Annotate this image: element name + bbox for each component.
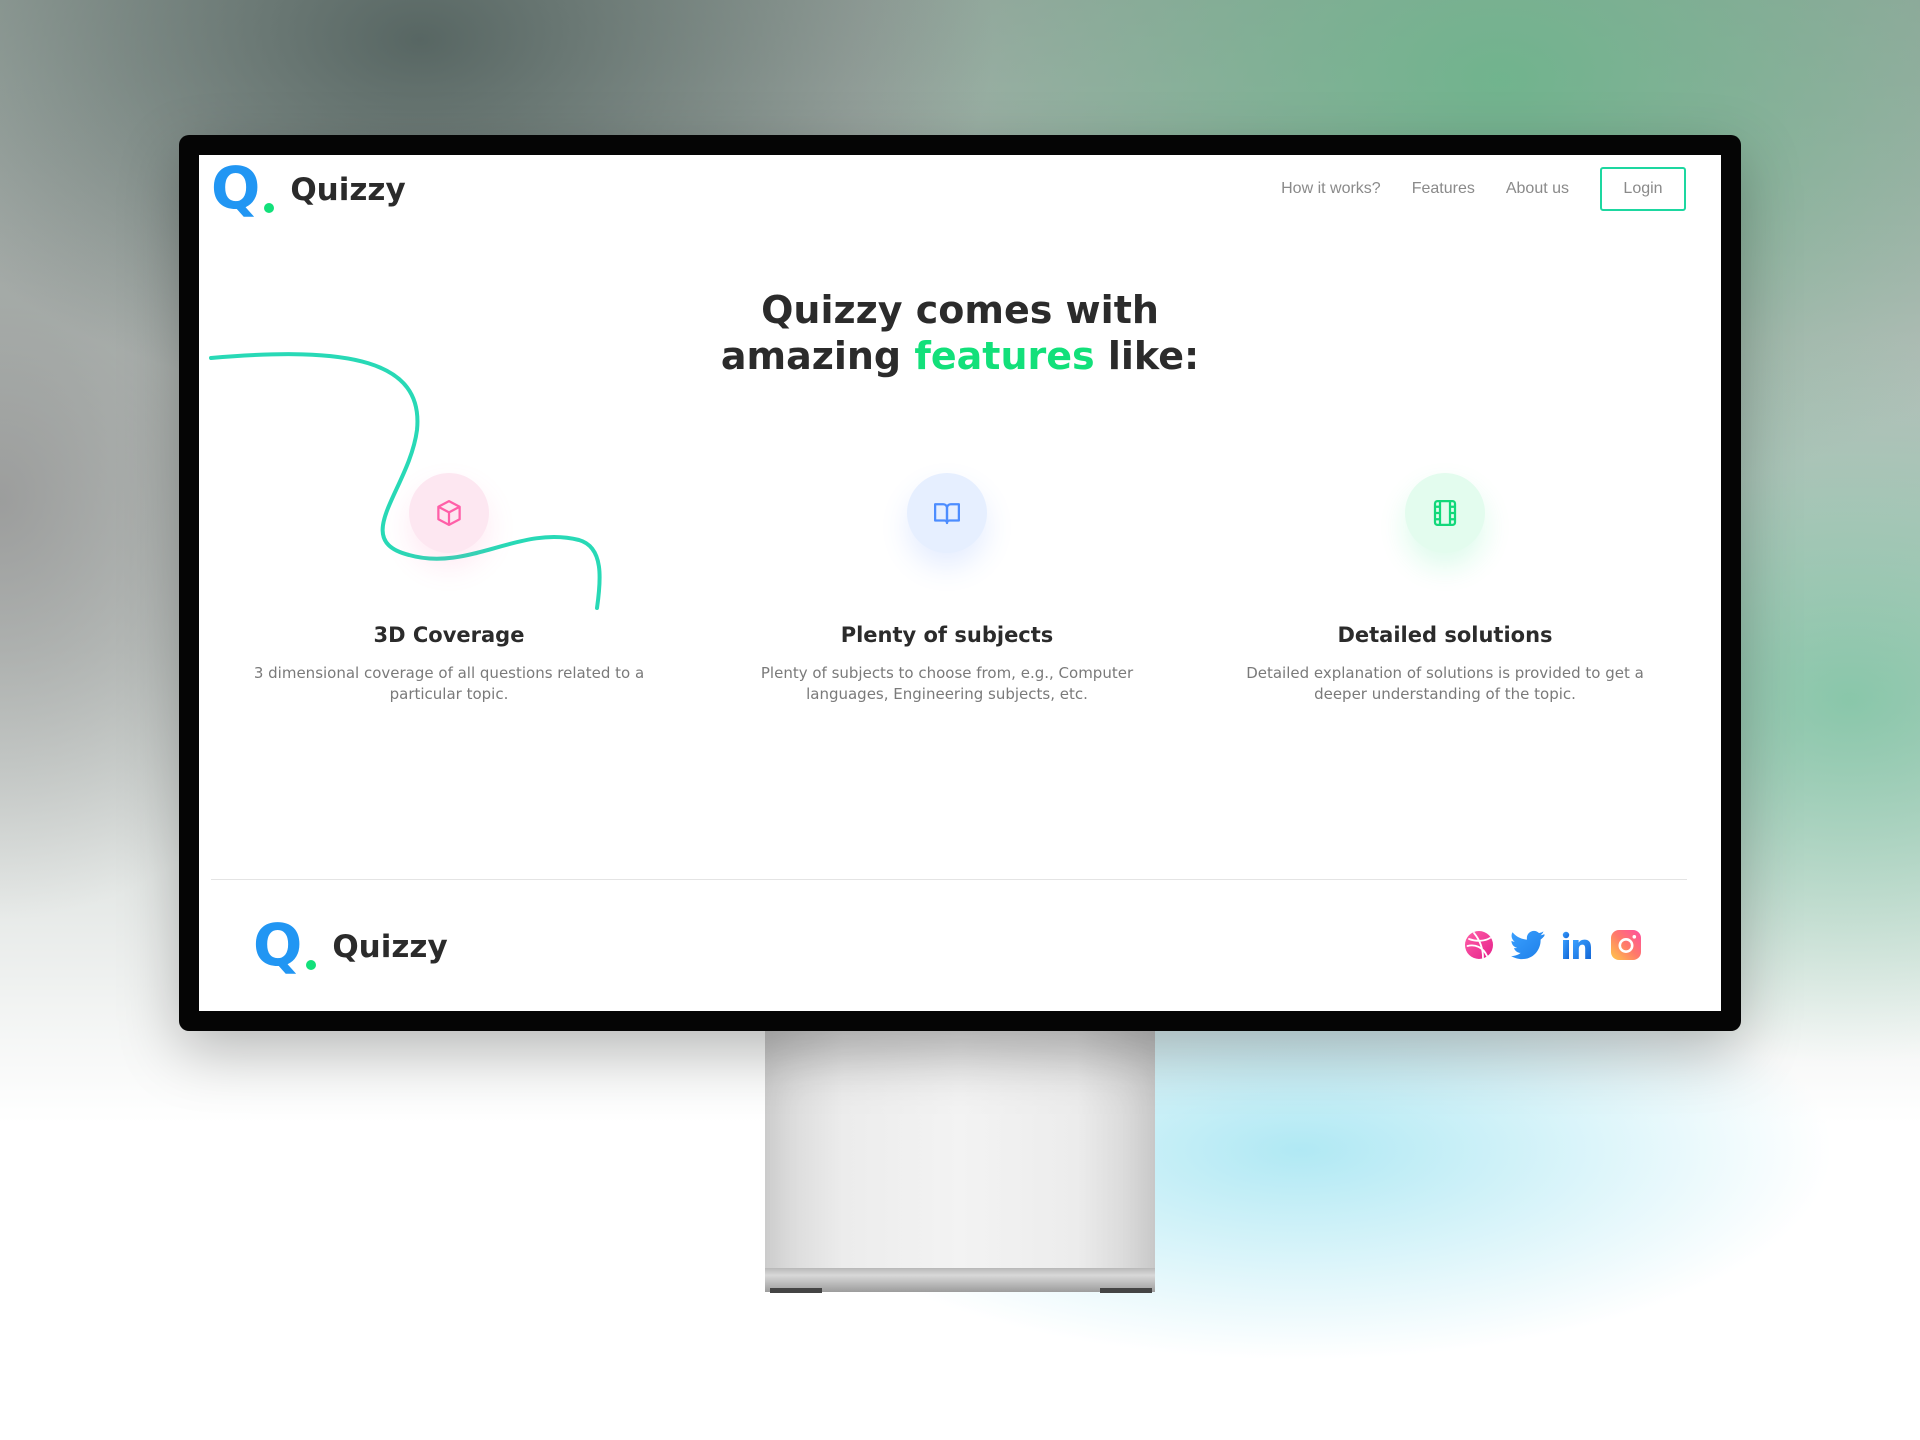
feature-icon-badge xyxy=(409,473,489,553)
heading-line-2-end: like: xyxy=(1094,334,1200,378)
top-nav: How it works? Features About us Login xyxy=(1250,167,1686,211)
footer-logo[interactable]: Q Quizzy xyxy=(253,912,448,978)
logo-dot xyxy=(306,960,317,970)
cube-icon xyxy=(437,500,461,526)
twitter-icon[interactable] xyxy=(1511,928,1545,962)
logo-mark: Q xyxy=(211,155,261,222)
instagram-icon[interactable] xyxy=(1609,928,1643,962)
linkedin-icon[interactable] xyxy=(1560,928,1594,962)
nav-link-about-us[interactable]: About us xyxy=(1506,180,1569,198)
feature-title: 3D Coverage xyxy=(373,623,525,647)
feature-description: Plenty of subjects to choose from, e.g.,… xyxy=(760,664,1134,703)
dribbble-icon[interactable] xyxy=(1462,928,1496,962)
nav-link-how-it-works[interactable]: How it works? xyxy=(1281,180,1381,198)
monitor-screen: Q Quizzy How it works? Features About us… xyxy=(199,155,1721,1011)
feature-description: 3 dimensional coverage of all questions … xyxy=(253,664,645,703)
login-button[interactable]: Login xyxy=(1600,167,1686,211)
heading-line-1: Quizzy comes with xyxy=(761,288,1159,332)
nav-link-features[interactable]: Features xyxy=(1412,180,1475,198)
feature-title: Plenty of subjects xyxy=(840,623,1054,647)
heading-accent-word: features xyxy=(914,334,1095,378)
monitor-foot-right xyxy=(1100,1288,1152,1293)
feature-title: Detailed solutions xyxy=(1337,623,1553,647)
monitor-foot-left xyxy=(770,1288,822,1293)
monitor-stand-base xyxy=(765,1268,1155,1292)
header-logo[interactable]: Q Quizzy xyxy=(211,155,406,221)
heading-line-2-start: amazing xyxy=(720,334,915,378)
monitor-stand xyxy=(765,1030,1155,1292)
feature-icon-badge xyxy=(907,473,987,553)
feature-icon-badge xyxy=(1405,473,1485,553)
footer-divider xyxy=(211,879,1687,880)
film-icon xyxy=(1433,500,1457,526)
features-heading: Quizzy comes with amazing features like: xyxy=(199,287,1721,379)
logo-mark: Q xyxy=(253,911,303,979)
brand-name: Quizzy xyxy=(290,172,406,208)
feature-description: Detailed explanation of solutions is pro… xyxy=(1246,664,1644,703)
social-links xyxy=(1447,928,1643,962)
logo-dot xyxy=(264,203,275,213)
open-book-icon xyxy=(934,503,960,525)
feature-card-detailed-solutions: Detailed solutions Detailed explanation … xyxy=(1235,473,1655,705)
feature-card-plenty-of-subjects: Plenty of subjects Plenty of subjects to… xyxy=(737,473,1157,705)
feature-card-3d-coverage: 3D Coverage 3 dimensional coverage of al… xyxy=(239,473,659,705)
brand-name: Quizzy xyxy=(332,929,448,965)
